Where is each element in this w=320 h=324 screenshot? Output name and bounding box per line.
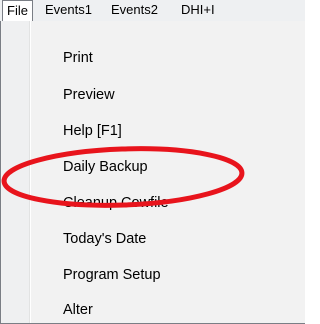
file-menu-dropdown: Print Preview Help [F1] Daily Backup Cle… bbox=[0, 21, 305, 324]
menu-item-print[interactable]: Print bbox=[3, 46, 303, 70]
menu-item-help[interactable]: Help [F1] bbox=[3, 119, 303, 143]
menu-bar: File Events1 Events2 DHI+I bbox=[0, 0, 305, 22]
menu-file[interactable]: File bbox=[2, 0, 33, 21]
menu-item-cleanup-cowfile[interactable]: Cleanup Cowfile bbox=[3, 191, 303, 215]
menu-dhi-i[interactable]: DHI+I bbox=[177, 0, 219, 21]
menu-item-daily-backup[interactable]: Daily Backup bbox=[3, 155, 303, 179]
menu-item-program-setup[interactable]: Program Setup bbox=[3, 263, 303, 287]
menu-events1[interactable]: Events1 bbox=[41, 0, 96, 21]
menu-item-preview[interactable]: Preview bbox=[3, 83, 303, 107]
menu-item-todays-date[interactable]: Today's Date bbox=[3, 227, 303, 251]
menu-events2[interactable]: Events2 bbox=[107, 0, 162, 21]
menu-item-alter[interactable]: Alter bbox=[3, 298, 303, 322]
